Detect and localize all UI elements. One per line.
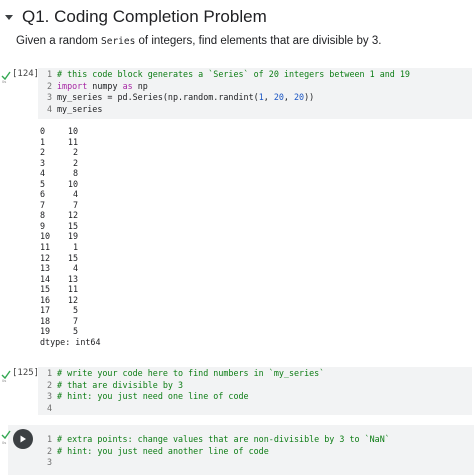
output-row: 77: [40, 200, 101, 211]
output-row: 5 10: [40, 179, 101, 190]
output-value: 19: [67, 231, 78, 242]
code-line: 4: [46, 402, 52, 413]
output-value: 13: [67, 273, 78, 284]
section-heading: Q1. Coding Completion Problem: [0, 2, 267, 32]
output-row: 8 12: [40, 210, 101, 221]
section-description: Given a random Series of integers, find …: [16, 33, 381, 50]
output-value: 8: [72, 168, 78, 179]
output-index: 15: [40, 284, 51, 295]
output-row: 9 15: [40, 221, 101, 232]
output-index: 12: [40, 252, 51, 263]
run-time: 0s: [2, 79, 7, 84]
output-index: 18: [40, 315, 51, 326]
output-row: 16 12: [40, 295, 101, 306]
code-line: 1 # this code block generates a `Series` …: [46, 69, 410, 79]
code-line: 3 my_series = pd.Series(np.random.randint…: [46, 92, 315, 103]
output-row: 64: [40, 189, 101, 200]
output-row: 111: [40, 242, 101, 253]
output-value: 5: [72, 305, 78, 316]
output-value: 7: [72, 315, 78, 326]
code-line: 2 import numpy as np: [46, 80, 148, 91]
output-index: 4: [40, 168, 46, 179]
output-index: 13: [40, 263, 51, 274]
output-value: 10: [67, 178, 78, 189]
description-prefix: Given a random: [16, 35, 102, 47]
output-index: 5: [40, 178, 46, 189]
description-suffix: of integers, find elements that are divi…: [135, 35, 382, 47]
output-index: 11: [40, 242, 51, 253]
output-index: 7: [40, 199, 46, 210]
code-line: 2 # that are divisible by 3: [46, 379, 184, 390]
output-index: 0: [40, 126, 46, 136]
code-editor[interactable]: 1 # this code block generates a `Series` …: [38, 68, 472, 119]
caret-down-icon[interactable]: [2, 10, 16, 24]
output-index: 19: [40, 326, 51, 337]
code-line: 3 # hint: you just need one line of code: [46, 391, 249, 402]
output-value: 12: [67, 294, 78, 305]
check-icon: [1, 68, 11, 81]
code-line: 2 # hint: you just need another line of c…: [46, 445, 269, 456]
output-index: 14: [40, 273, 51, 284]
run-time: 0s: [2, 440, 7, 445]
code-editor[interactable]: 1 # write your code here to find numbers …: [38, 367, 472, 415]
output-index: 8: [40, 210, 46, 221]
run-cell-button[interactable]: [13, 429, 33, 449]
output-value: 2: [72, 157, 78, 168]
code-editor[interactable]: 1 # extra points: change values that are …: [38, 433, 472, 469]
output-value: 11: [67, 284, 78, 295]
output-row: 17 5: [40, 305, 101, 316]
output-row: 14 13: [40, 274, 101, 285]
output-row: 10 19: [40, 231, 101, 242]
output-value: 15: [67, 220, 78, 231]
output-row: 12 15: [40, 253, 101, 264]
output-row: 18 7: [40, 316, 101, 327]
code-line: 1 # extra points: change values that are …: [46, 434, 390, 444]
output-index: 2: [40, 147, 46, 158]
output-value: 7: [72, 199, 78, 210]
output-value: 1: [72, 242, 78, 253]
output-value: 4: [72, 189, 78, 200]
output-row: 0 10: [40, 126, 101, 137]
output-index: 16: [40, 294, 51, 305]
output-value: 11: [67, 136, 78, 147]
output-dtype: dtype: int64: [40, 336, 101, 347]
cell-output: 0 10 1 11 2 2 3 2 4 8 5 10 6 4 7 7 8 12 9 15 10 19 11 1 12 15 13 4 1…: [40, 126, 101, 348]
output-row: 111: [40, 137, 101, 148]
output-row: 22: [40, 147, 101, 158]
code-line: 4 my_series: [46, 103, 103, 114]
output-value: 12: [67, 210, 78, 221]
output-index: 9: [40, 220, 46, 231]
output-index: 3: [40, 157, 46, 168]
output-index: 1: [40, 136, 46, 147]
output-row: 15 11: [40, 284, 101, 295]
description-code: Series: [101, 36, 136, 47]
output-value: 15: [67, 252, 78, 263]
check-icon: [1, 367, 11, 380]
output-row: 13 4: [40, 263, 101, 274]
output-row: 48: [40, 168, 101, 179]
output-value: 10: [67, 126, 78, 136]
play-icon: [20, 435, 26, 443]
output-row: 19 5: [40, 326, 101, 337]
output-row: 32: [40, 158, 101, 169]
code-line: 3: [46, 457, 52, 468]
code-line: 1 # write your code here to find numbers …: [46, 368, 325, 378]
section-title: Q1. Coding Completion Problem: [22, 7, 267, 26]
output-value: 4: [72, 263, 78, 274]
execution-count: [124]: [12, 69, 40, 79]
check-icon: [1, 427, 11, 440]
output-index: 6: [40, 189, 46, 200]
output-value: 5: [72, 326, 78, 337]
execution-count: [125]: [12, 368, 40, 378]
run-time: 0s: [2, 378, 7, 383]
output-value: 2: [72, 147, 78, 158]
output-index: 17: [40, 305, 51, 316]
output-index: 10: [40, 231, 51, 242]
